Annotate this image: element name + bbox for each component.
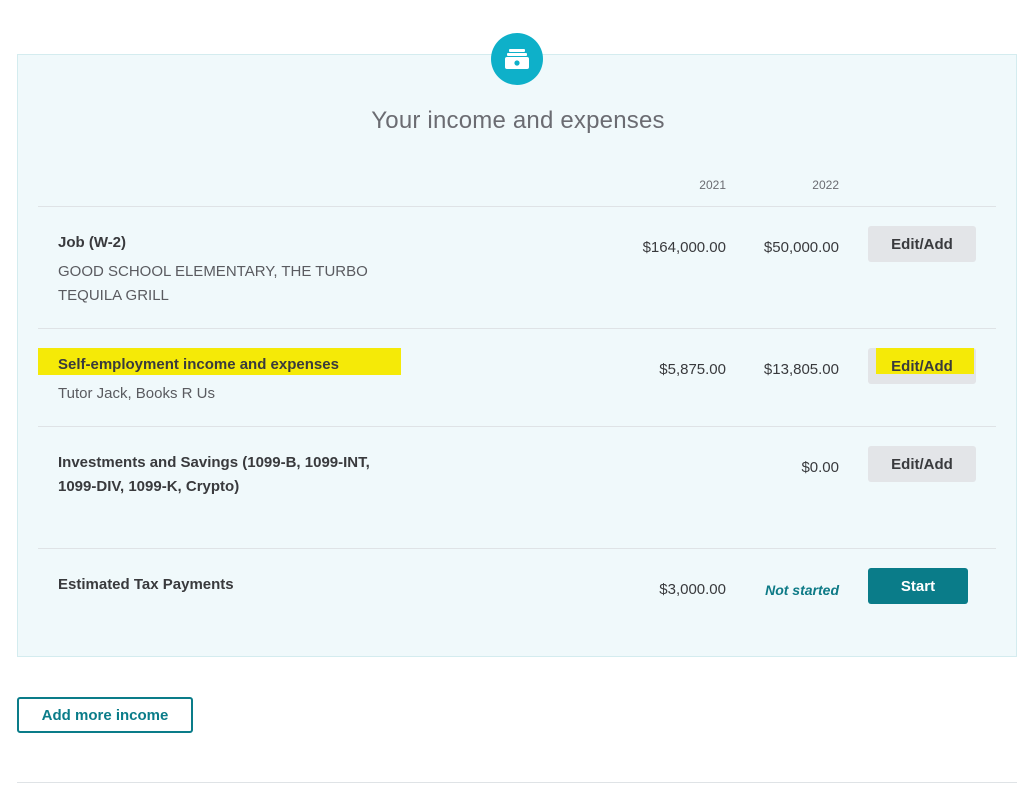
amount-2021: $164,000.00 bbox=[642, 239, 726, 256]
divider bbox=[38, 548, 996, 549]
column-header-2021: 2021 bbox=[699, 178, 726, 192]
edit-add-button[interactable]: Edit/Add bbox=[868, 226, 976, 262]
income-badge bbox=[491, 33, 543, 85]
status-not-started: Not started bbox=[765, 582, 839, 598]
edit-add-button[interactable]: Edit/Add bbox=[868, 348, 976, 384]
page-title: Your income and expenses bbox=[371, 107, 665, 134]
divider bbox=[17, 782, 1017, 783]
amount-2022: $50,000.00 bbox=[763, 239, 839, 256]
row-subtitle: Tutor Jack, Books R Us bbox=[58, 385, 215, 402]
row-title: Investments and Savings (1099-B, 1099-IN… bbox=[58, 454, 370, 471]
button-label: Edit/Add bbox=[891, 357, 953, 375]
amount-2021: $5,875.00 bbox=[659, 361, 726, 378]
money-stack-icon bbox=[505, 49, 529, 69]
start-button[interactable]: Start bbox=[868, 568, 968, 604]
row-title: 1099-DIV, 1099-K, Crypto) bbox=[58, 478, 240, 495]
row-title: Self-employment income and expenses bbox=[58, 356, 339, 373]
divider bbox=[38, 206, 996, 207]
row-subtitle: TEQUILA GRILL bbox=[58, 287, 169, 304]
add-more-income-button[interactable]: Add more income bbox=[17, 697, 193, 733]
column-header-2022: 2022 bbox=[812, 178, 839, 192]
divider bbox=[38, 328, 996, 329]
amount-2022: $13,805.00 bbox=[763, 361, 839, 378]
divider bbox=[38, 426, 996, 427]
amount-2021: $3,000.00 bbox=[659, 581, 726, 598]
row-title: Job (W-2) bbox=[58, 234, 127, 251]
row-title: Estimated Tax Payments bbox=[58, 576, 234, 593]
row-subtitle: GOOD SCHOOL ELEMENTARY, THE TURBO bbox=[58, 263, 368, 280]
amount-2022: $0.00 bbox=[801, 459, 839, 476]
edit-add-button[interactable]: Edit/Add bbox=[868, 446, 976, 482]
income-panel: Your income and expenses 2021 2022 Job (… bbox=[17, 54, 1017, 657]
